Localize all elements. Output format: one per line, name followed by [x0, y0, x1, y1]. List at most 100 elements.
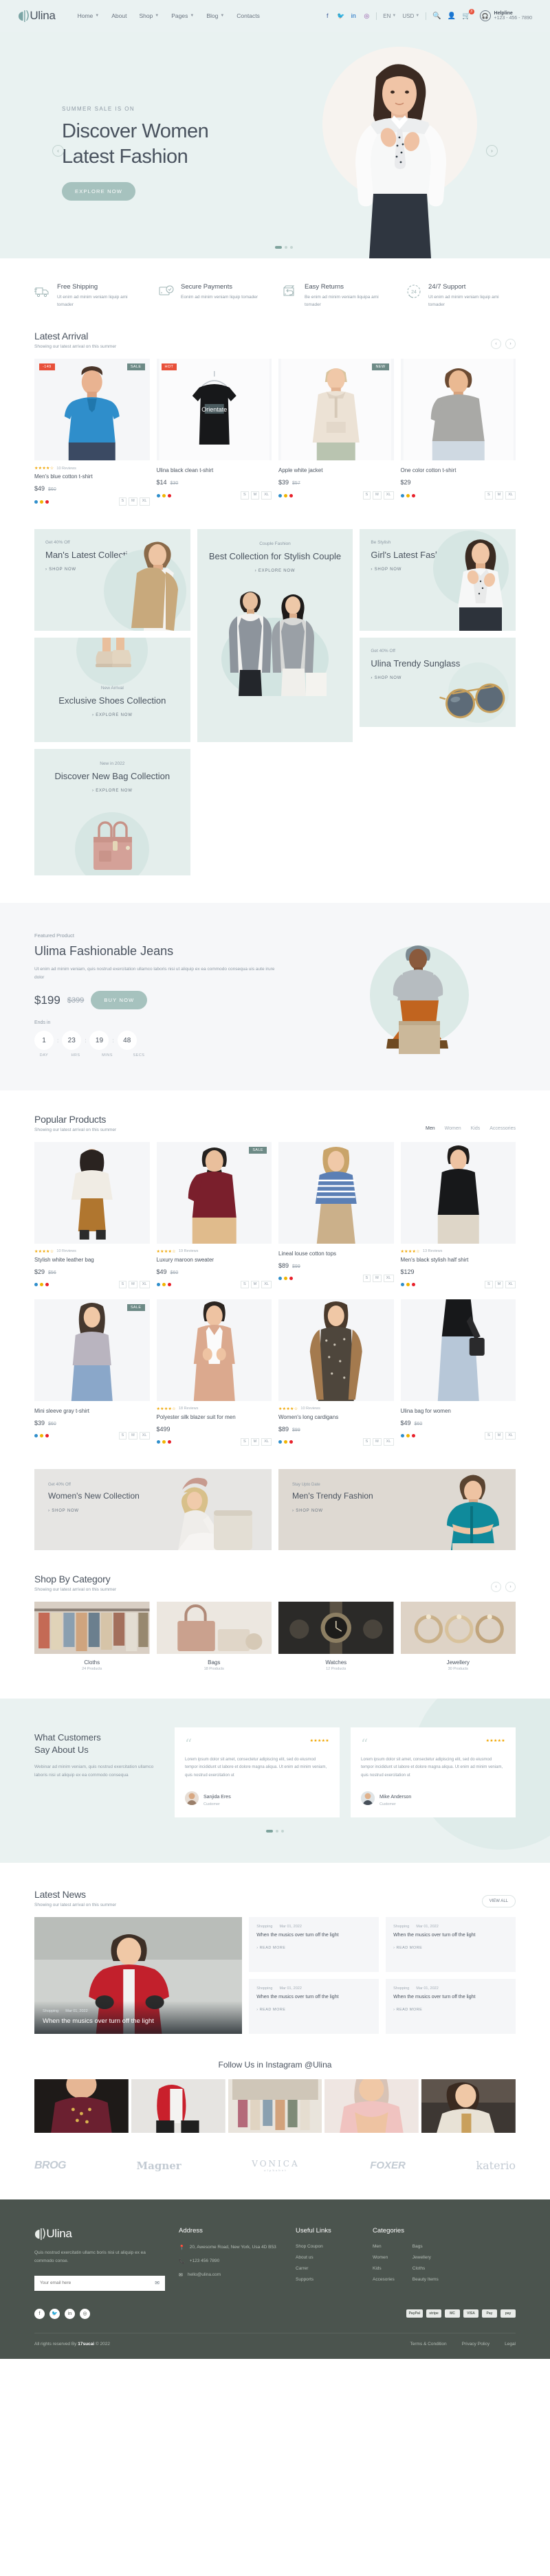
product-options[interactable]: S M XL	[156, 1437, 272, 1446]
size-option[interactable]: M	[250, 1280, 260, 1288]
user-account-icon[interactable]: 👤	[448, 12, 456, 20]
size-option[interactable]: S	[485, 1280, 493, 1288]
banner-link[interactable]: › SHOP NOW	[292, 1509, 323, 1513]
size-options[interactable]: S M XL	[362, 1274, 394, 1282]
tile-link[interactable]: › EXPLORE NOW	[92, 713, 133, 717]
color-swatches[interactable]	[34, 500, 49, 504]
newsletter-submit-button[interactable]: ✉	[155, 2280, 160, 2286]
twitter-icon[interactable]: 🐦	[337, 12, 344, 20]
instagram-post[interactable]	[324, 2079, 419, 2133]
footer-link[interactable]: Men	[373, 2244, 395, 2249]
size-option[interactable]: S	[241, 491, 249, 500]
carousel-prev-button[interactable]: ‹	[491, 1581, 501, 1592]
product-card[interactable]: HOT Orientate Ulina black clean t-shirt …	[156, 359, 272, 505]
color-swatches[interactable]	[400, 493, 415, 497]
footer-link[interactable]: Shop Coupon	[296, 2244, 359, 2249]
size-option[interactable]: XL	[383, 491, 394, 500]
language-selector[interactable]: EN ▼	[383, 13, 396, 19]
size-options[interactable]: S M XL	[362, 1437, 394, 1446]
color-swatches[interactable]	[34, 1282, 49, 1286]
news-title[interactable]: When the musics over turn off the light	[393, 1932, 508, 1940]
size-option[interactable]: S	[118, 497, 127, 506]
news-read-more-link[interactable]: › READ MORE	[393, 1946, 422, 1950]
product-options[interactable]: S M XL	[34, 497, 150, 506]
footer-link[interactable]: Bags	[412, 2244, 439, 2249]
size-option[interactable]: M	[250, 1437, 260, 1446]
product-name[interactable]: Mini sleeve gray t-shirt	[34, 1408, 150, 1414]
news-card[interactable]: Shopping Mar 01, 2022 When the musics ov…	[249, 1917, 380, 1973]
size-option[interactable]: XL	[139, 1280, 150, 1288]
facebook-icon[interactable]: f	[34, 2308, 45, 2319]
instagram-post[interactable]	[131, 2079, 226, 2133]
legal-link[interactable]: Legal	[505, 2342, 516, 2347]
product-thumbnail[interactable]: NEW	[278, 359, 394, 461]
news-read-more-link[interactable]: › READ MORE	[256, 2008, 285, 2012]
product-thumbnail[interactable]: SALE	[156, 1141, 272, 1244]
twitter-icon[interactable]: 🐦	[50, 2308, 60, 2319]
tab-accessories[interactable]: Accessories	[490, 1126, 516, 1131]
footer-link[interactable]: Supports	[296, 2277, 359, 2282]
product-thumbnail[interactable]	[400, 1141, 516, 1244]
instagram-post[interactable]	[228, 2079, 322, 2133]
instagram-icon[interactable]: ◎	[80, 2308, 90, 2319]
size-option[interactable]: XL	[261, 1437, 272, 1446]
product-name[interactable]: Polyester silk blazer suit for men	[157, 1414, 272, 1420]
footer-social-links[interactable]: f 🐦 in ◎	[34, 2308, 90, 2319]
product-name[interactable]: Lineal louse cotton tops	[278, 1251, 394, 1257]
tab-men[interactable]: Men	[426, 1126, 435, 1131]
privacy-link[interactable]: Privacy Policy	[462, 2342, 490, 2347]
size-option[interactable]: S	[241, 1437, 249, 1446]
size-option[interactable]: M	[250, 491, 260, 500]
product-options[interactable]: S M XL	[34, 1280, 150, 1288]
color-swatches[interactable]	[278, 493, 293, 497]
news-title[interactable]: When the musics over turn off the light	[256, 1994, 371, 2002]
product-card[interactable]: ★★★★☆ 13 Reviews Men's black stylish hal…	[400, 1141, 516, 1288]
hero-next-button[interactable]: ›	[486, 145, 498, 157]
size-options[interactable]: S M XL	[118, 497, 150, 506]
instagram-post[interactable]	[421, 2079, 516, 2133]
size-option[interactable]: M	[494, 1431, 504, 1440]
hero-prev-button[interactable]: ‹	[52, 145, 64, 157]
product-card[interactable]: ★★★★☆ 10 Reviews Women's long cardigans …	[278, 1299, 394, 1446]
footer-link[interactable]: Carrer	[296, 2266, 359, 2271]
size-option[interactable]: XL	[383, 1274, 394, 1282]
color-swatches[interactable]	[278, 1440, 293, 1444]
testimonial-dot-2[interactable]	[276, 1830, 278, 1833]
size-option[interactable]: XL	[505, 1280, 516, 1288]
product-card[interactable]: ★★★★☆ 18 Reviews Polyester silk blazer s…	[156, 1299, 272, 1446]
tile-girls-fashion[interactable]: Be Stylish Girl's Latest Fashion › SHOP …	[360, 528, 516, 631]
product-name[interactable]: Ulina black clean t-shirt	[157, 467, 272, 473]
product-options[interactable]: S M XL	[400, 1431, 516, 1440]
nav-item-about[interactable]: About	[111, 12, 126, 19]
footer-bottom-links[interactable]: Terms & Condition Privacy Policy Legal	[410, 2342, 516, 2347]
size-option[interactable]: XL	[139, 497, 150, 506]
size-option[interactable]: M	[494, 1280, 504, 1288]
size-option[interactable]: XL	[261, 491, 272, 500]
product-thumbnail[interactable]	[278, 1141, 394, 1244]
news-card[interactable]: Shopping Mar 01, 2022 When the musics ov…	[386, 1917, 516, 1973]
tile-shoes-collection[interactable]: New Arrival Exclusive Shoes Collection ›…	[34, 637, 190, 742]
banner-link[interactable]: › SHOP NOW	[48, 1509, 79, 1513]
hero-pagination-dots[interactable]	[275, 246, 293, 249]
size-option[interactable]: S	[362, 1437, 371, 1446]
product-name[interactable]: Ulina bag for women	[401, 1408, 516, 1414]
size-option[interactable]: XL	[505, 1431, 516, 1440]
product-card[interactable]: NEW Apple white jacket $39 $57 S M XL	[278, 359, 394, 505]
tile-mans-collection[interactable]: Get 40% Off Man's Latest Collection › SH…	[34, 528, 190, 631]
product-options[interactable]: S M XL	[278, 1437, 394, 1446]
news-read-more-link[interactable]: › READ MORE	[256, 1946, 285, 1950]
color-swatches[interactable]	[156, 1282, 171, 1286]
product-options[interactable]: S M XL	[400, 491, 516, 500]
size-options[interactable]: S M XL	[362, 491, 394, 500]
product-options[interactable]: S M XL	[34, 1431, 150, 1440]
hero-cta-button[interactable]: EXPLORE NOW	[62, 182, 136, 201]
terms-link[interactable]: Terms & Condition	[410, 2342, 447, 2347]
size-option[interactable]: S	[241, 1280, 249, 1288]
size-option[interactable]: S	[118, 1280, 127, 1288]
view-all-button[interactable]: VIEW ALL	[481, 1895, 516, 1908]
tile-link[interactable]: › EXPLORE NOW	[92, 789, 133, 793]
product-name[interactable]: Luxury maroon sweater	[157, 1257, 272, 1263]
news-title[interactable]: When the musics over turn off the light	[256, 1932, 371, 1940]
size-options[interactable]: S M XL	[485, 1431, 516, 1440]
size-options[interactable]: S M XL	[118, 1431, 150, 1440]
